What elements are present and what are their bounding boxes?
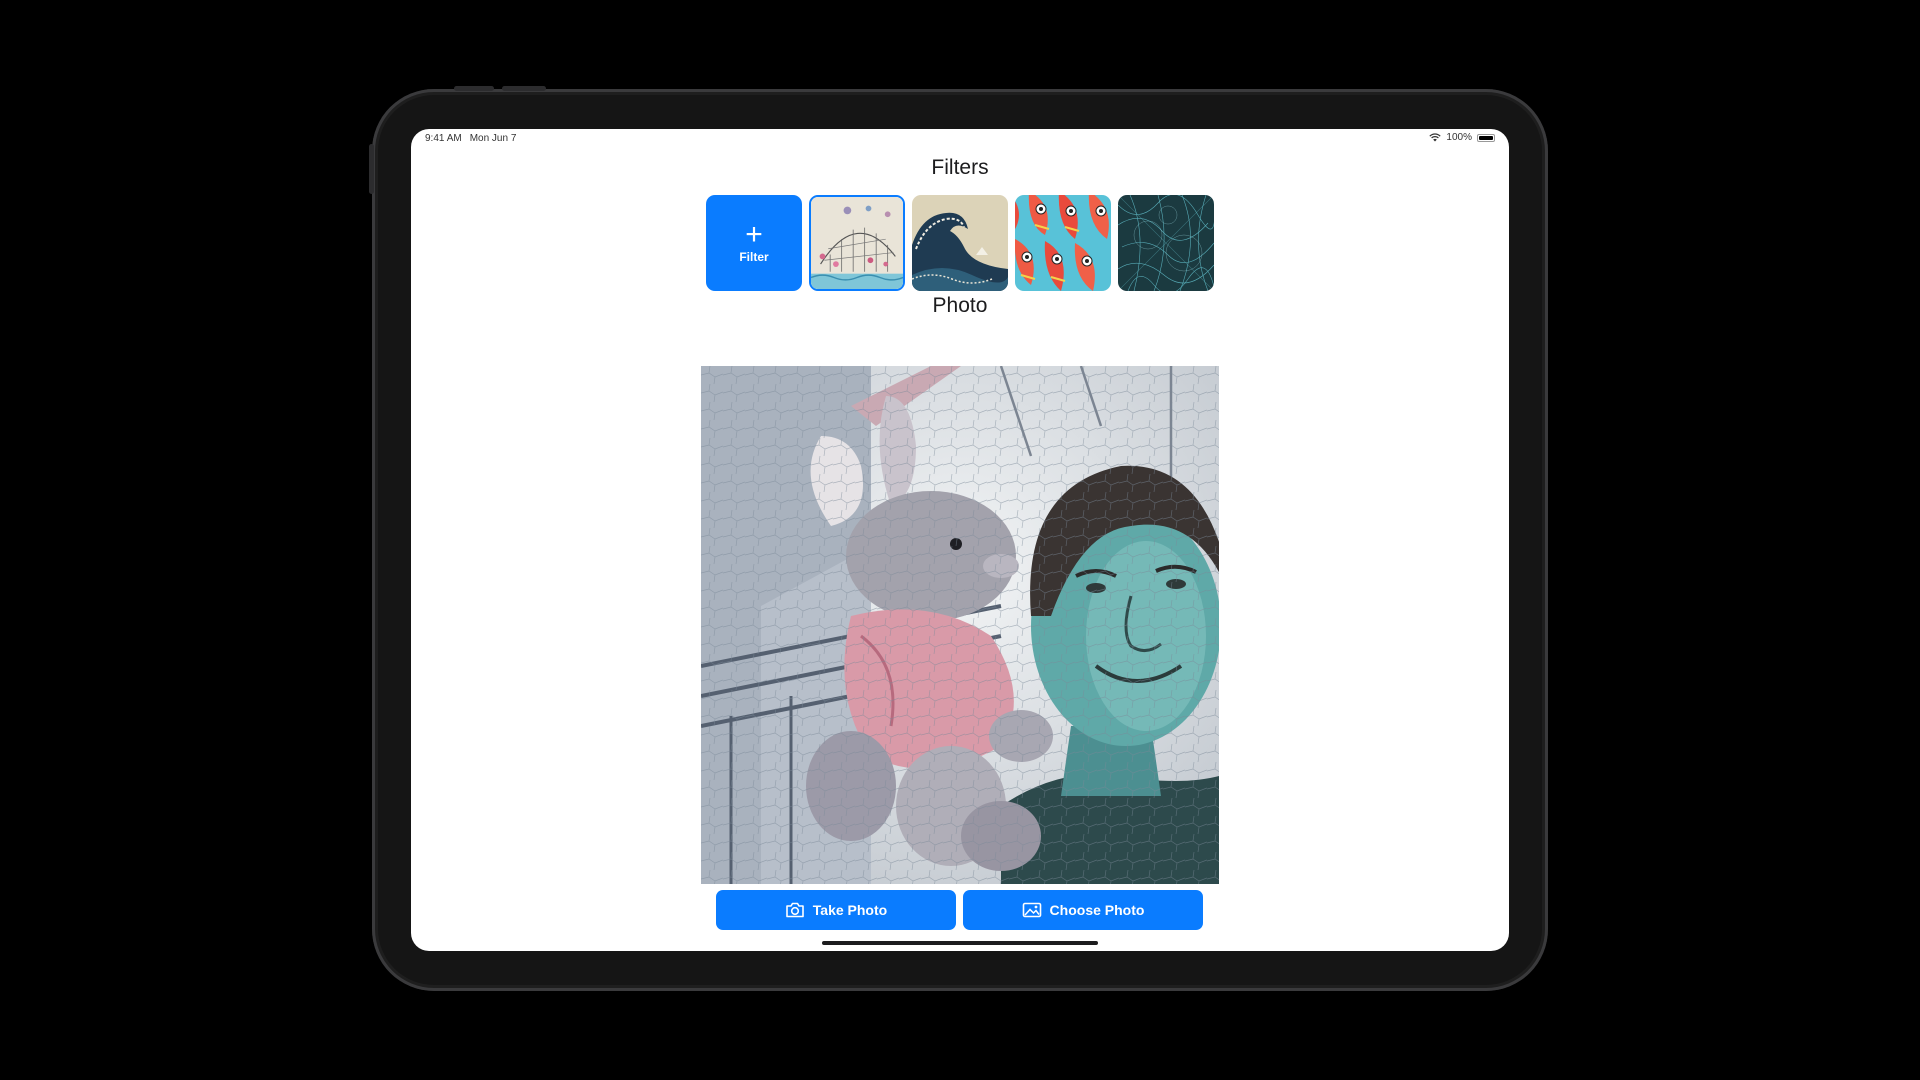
- wifi-icon: [1429, 133, 1442, 142]
- plus-icon: +: [745, 218, 763, 251]
- choose-photo-label: Choose Photo: [1049, 902, 1145, 918]
- choose-photo-button[interactable]: Choose Photo: [963, 890, 1203, 930]
- battery-icon: [1477, 133, 1495, 142]
- photo-actions: Take Photo Choose Photo: [716, 890, 1203, 930]
- filters-row: + Filter: [706, 195, 1214, 291]
- stylized-photo: [701, 366, 1219, 884]
- camera-icon: [785, 902, 804, 918]
- filter-thumbnail-great-wave[interactable]: [912, 195, 1008, 291]
- battery-percent: 100%: [1446, 132, 1472, 143]
- take-photo-button[interactable]: Take Photo: [716, 890, 956, 930]
- take-photo-label: Take Photo: [812, 902, 888, 918]
- filter-thumbnail-teal-texture[interactable]: [1118, 195, 1214, 291]
- filter-thumbnail-fish-pattern[interactable]: [1015, 195, 1111, 291]
- fish-pattern-image: [1015, 195, 1111, 291]
- add-filter-button[interactable]: + Filter: [706, 195, 802, 291]
- teal-texture-image: [1118, 195, 1214, 291]
- photo-image: [701, 366, 1219, 884]
- status-bar: 9:41 AM Mon Jun 7 100%: [411, 129, 1509, 149]
- app-screen: 9:41 AM Mon Jun 7 100% Filters + Filter: [411, 129, 1509, 951]
- add-filter-label: Filter: [739, 250, 769, 264]
- status-time: 9:41 AM: [425, 133, 462, 144]
- filters-title: Filters: [931, 156, 989, 179]
- power-button: [369, 144, 374, 194]
- volume-button-bottom: [502, 86, 546, 91]
- photo-icon: [1022, 902, 1041, 918]
- sketch-bridge-image: [811, 197, 903, 289]
- filter-thumbnail-sketch-bridge[interactable]: [809, 195, 905, 291]
- great-wave-image: [912, 195, 1008, 291]
- status-date: Mon Jun 7: [469, 133, 517, 144]
- home-indicator[interactable]: [822, 941, 1098, 945]
- photo-title: Photo: [932, 294, 988, 317]
- battery-level: [1479, 135, 1493, 140]
- volume-button-top: [454, 86, 494, 91]
